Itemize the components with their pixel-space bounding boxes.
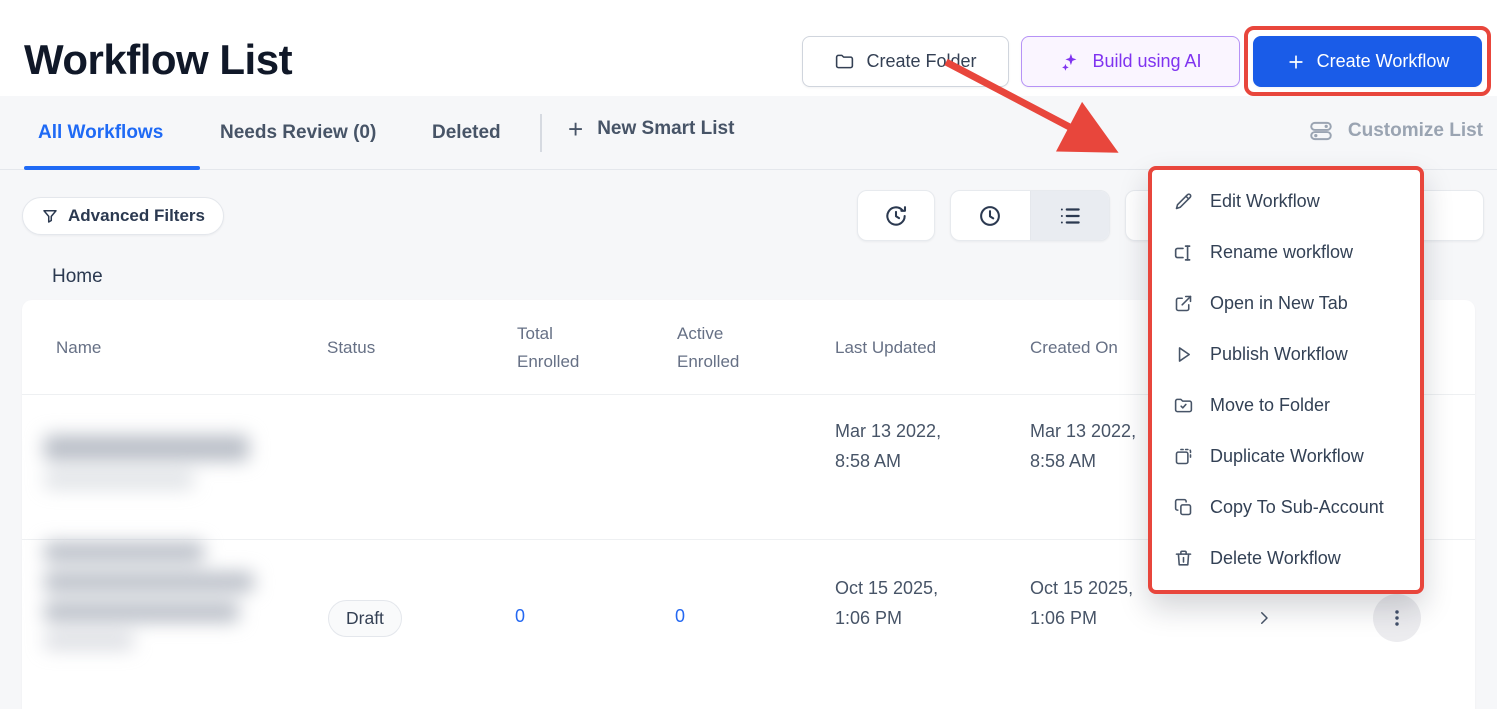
- menu-item-label: Open in New Tab: [1210, 293, 1348, 313]
- menu-item-label: Rename workflow: [1210, 242, 1354, 262]
- created-on-cell: Mar 13 2022, 8:58 AM: [1030, 421, 1137, 471]
- row-actions-button[interactable]: [1373, 594, 1421, 642]
- column-header-name: Name: [56, 338, 102, 357]
- menu-item-label: Copy To Sub-Account: [1210, 497, 1384, 517]
- row-expand-chevron[interactable]: [1250, 604, 1278, 632]
- sparkles-icon: [1059, 51, 1081, 73]
- last-updated-cell: Mar 13 2022, 8:58 AM: [835, 421, 942, 471]
- list-view-toggle[interactable]: [1029, 191, 1109, 240]
- clock-icon: [977, 203, 1003, 229]
- folder-check-icon: [1172, 395, 1194, 417]
- create-folder-label: Create Folder: [866, 51, 977, 71]
- menu-item-label: Publish Workflow: [1210, 344, 1348, 364]
- view-toggle-group: [950, 190, 1110, 241]
- tab-needs-review[interactable]: Needs Review (0): [220, 122, 376, 144]
- advanced-filters-label: Advanced Filters: [68, 206, 205, 225]
- build-using-ai-label: Build using AI: [1092, 51, 1202, 71]
- copy-icon: [1172, 497, 1194, 519]
- duplicate-icon: [1172, 446, 1194, 468]
- trash-icon: [1172, 548, 1194, 570]
- menu-item-move-to-folder[interactable]: Move to Folder: [1152, 380, 1420, 431]
- active-tab-underline: [24, 166, 200, 170]
- status-badge: Draft: [328, 600, 402, 637]
- menu-item-copy-to-sub-account[interactable]: Copy To Sub-Account: [1152, 482, 1420, 533]
- column-header-created-on: Created On: [1030, 338, 1118, 357]
- rename-icon: [1172, 242, 1194, 264]
- total-enrolled-link[interactable]: 0: [515, 606, 525, 627]
- active-enrolled-link[interactable]: 0: [675, 606, 685, 627]
- external-link-icon: [1172, 293, 1194, 315]
- column-header-total-enrolled: Total Enrolled: [517, 324, 580, 371]
- play-icon: [1172, 344, 1194, 366]
- pencil-icon: [1172, 191, 1194, 213]
- list-icon: [1057, 203, 1083, 229]
- menu-item-label: Delete Workflow: [1210, 548, 1341, 568]
- sliders-icon: [1308, 118, 1334, 144]
- customize-list-button[interactable]: Customize List: [1308, 118, 1483, 144]
- plus-icon: +: [568, 114, 584, 144]
- workflow-list-page: Workflow List Create Folder Build using …: [0, 0, 1497, 709]
- column-header-active-enrolled: Active Enrolled: [677, 324, 740, 371]
- menu-item-publish-workflow[interactable]: Publish Workflow: [1152, 329, 1420, 380]
- menu-item-open-in-new-tab[interactable]: Open in New Tab: [1152, 278, 1420, 329]
- create-workflow-label: Create Workflow: [1316, 51, 1450, 71]
- clock-history-icon: [883, 203, 909, 229]
- create-folder-button[interactable]: Create Folder: [802, 36, 1009, 87]
- new-smart-list-label: New Smart List: [597, 118, 735, 139]
- tab-divider: [540, 114, 542, 152]
- menu-item-label: Move to Folder: [1210, 395, 1331, 415]
- new-smart-list-button[interactable]: + New Smart List: [568, 114, 735, 144]
- menu-item-label: Duplicate Workflow: [1210, 446, 1364, 466]
- menu-item-label: Edit Workflow: [1210, 191, 1320, 211]
- menu-item-delete-workflow[interactable]: Delete Workflow: [1152, 533, 1420, 584]
- menu-item-duplicate-workflow[interactable]: Duplicate Workflow: [1152, 431, 1420, 482]
- kebab-icon: [1386, 607, 1408, 629]
- build-using-ai-button[interactable]: Build using AI: [1021, 36, 1240, 87]
- column-header-status: Status: [327, 338, 376, 357]
- funnel-icon: [41, 207, 59, 225]
- tab-deleted[interactable]: Deleted: [432, 122, 501, 144]
- advanced-filters-button[interactable]: Advanced Filters: [22, 197, 224, 235]
- last-updated-cell: Oct 15 2025, 1:06 PM: [835, 578, 939, 628]
- plus-icon: [1286, 52, 1306, 72]
- timeline-view-toggle[interactable]: [951, 191, 1030, 240]
- menu-item-edit-workflow[interactable]: Edit Workflow: [1152, 176, 1420, 227]
- created-on-cell: Oct 15 2025, 1:06 PM: [1030, 578, 1134, 628]
- menu-item-rename-workflow[interactable]: Rename workflow: [1152, 227, 1420, 278]
- redacted-workflow-name: [44, 435, 272, 505]
- tab-bar: All Workflows Needs Review (0) Deleted +…: [0, 96, 1497, 170]
- customize-list-label: Customize List: [1347, 120, 1483, 141]
- redacted-workflow-name: [44, 542, 269, 692]
- column-header-last-updated: Last Updated: [835, 338, 937, 357]
- page-title: Workflow List: [24, 36, 293, 83]
- workflow-context-menu: Edit Workflow Rename workflow Open in Ne…: [1148, 166, 1424, 594]
- history-button[interactable]: [857, 190, 935, 241]
- create-workflow-button[interactable]: Create Workflow: [1253, 36, 1482, 87]
- tab-all-workflows[interactable]: All Workflows: [38, 122, 163, 144]
- breadcrumb-home[interactable]: Home: [52, 266, 103, 288]
- folder-icon: [834, 51, 855, 72]
